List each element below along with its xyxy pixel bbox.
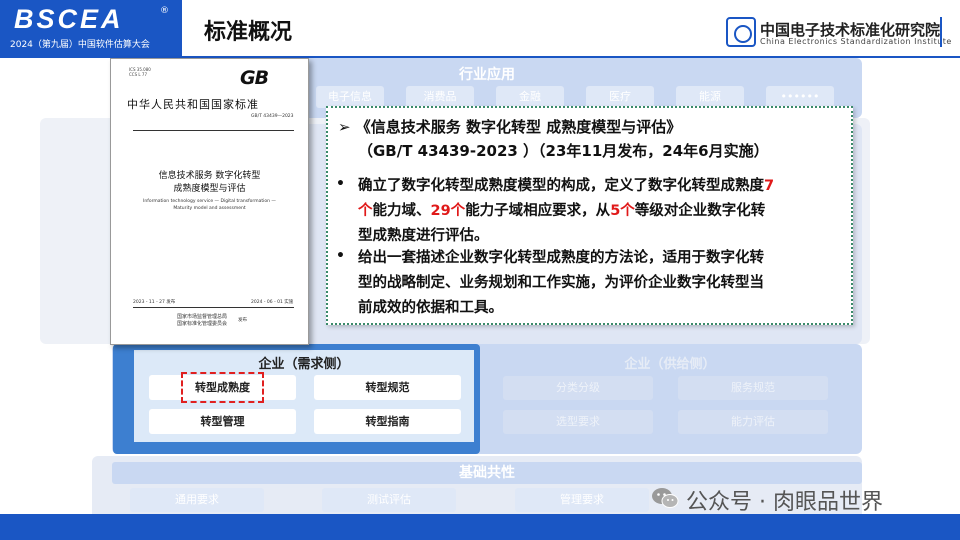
demand-item-management: 转型管理 [149,409,296,434]
highlight-dashed-box [181,372,264,403]
registered-mark: ® [160,6,169,16]
industry-item: 医疗 [586,86,654,108]
supply-item: 选型要求 [503,410,653,434]
industry-item: •••••• [766,86,834,108]
supply-item: 服务规范 [678,376,828,400]
watermark-text: 公众号 · 肉眼品世界 [686,490,883,515]
standard-document-cover: ICS 35.080 CCS L 77 GB 中华人民共和国国家标准 GB/T … [110,58,309,345]
doc-ics-code: ICS 35.080 CCS L 77 [129,67,151,77]
wechat-icon [652,488,679,508]
doc-release-date: 2023 - 11 - 27 发布 [133,300,176,305]
page-title: 标准概况 [204,20,293,45]
supply-item: 能力评估 [678,410,828,434]
info-heading-title: ➢ 《信息技术服务 数字化转型 成熟度模型与评估》 [338,118,682,136]
doc-title-line1: 信息技术服务 数字化转型 [158,171,261,181]
doc-title-en-line1: Information technology service — Digital… [143,199,276,204]
demand-item-guide: 转型指南 [314,409,461,434]
doc-publisher-1: 国家市场监督管理总局 [177,314,228,320]
supply-item: 分类分级 [503,376,653,400]
cesi-logo-icon [726,17,756,47]
industry-item: 能源 [676,86,744,108]
doc-title-en-line2: Maturity model and assessment [173,206,246,211]
bullet1-line2: 个能力域、29个能力子域相应要求，从5个等级对企业数字化转 [358,203,766,219]
logo-block: BSCEA ® 2024（第九届）中国软件估算大会 [0,0,182,56]
bullet1-line3: 型成熟度进行评估。 [358,228,489,244]
supply-side-title: 企业（供给侧） [624,357,716,372]
standard-info-box: ➢ 《信息技术服务 数字化转型 成熟度模型与评估》 （GB/T 43439-20… [326,106,853,325]
doc-publisher-2: 国家标准化管理委员会 [177,321,228,327]
foundation-item: 管理要求 [515,488,649,512]
doc-title-line2: 成熟度模型与评估 [173,184,246,194]
slide: { "header": { "logo": "BSCEA", "logo_mar… [0,0,960,540]
doc-divider [133,130,294,131]
doc-heading: 中华人民共和国国家标准 [127,98,259,111]
info-heading-meta: （GB/T 43439-2023 ）（23年11月发布，24年6月实施） [358,142,769,160]
bullet2-line3: 前成效的依据和工具。 [358,300,503,316]
industry-item: 电子信息 [316,86,384,108]
bullet2-line1: 给出一套描述企业数字化转型成熟度的方法论，适用于数字化转 [358,250,764,266]
org-name-en: China Electronics Standardization Instit… [760,37,952,46]
bullet2-line2: 型的战略制定、业务规划和工作实施，为评价企业数字化转型当 [358,275,764,291]
org-rule [940,17,942,47]
gb-logo: GB [240,67,269,89]
conference-subtitle: 2024（第九届）中国软件估算大会 [10,40,150,50]
foundation-title: 基础共性 [459,465,515,481]
demand-side-title: 企业（需求侧） [258,357,350,372]
bscea-logo: BSCEA [14,4,124,34]
demand-item-spec: 转型规范 [314,375,461,400]
doc-effective-date: 2024 - 06 - 01 实施 [251,300,294,305]
bullet1-line1: 确立了数字化转型成熟度模型的构成，定义了数字化转型成熟度7 [358,178,775,194]
bullet-marker: • [336,176,345,192]
industry-item: 金融 [496,86,564,108]
doc-divider-bottom [133,307,294,308]
doc-publish-suffix: 发布 [238,318,247,323]
doc-number: GB/T 43439—2023 [251,114,294,119]
foundation-item: 通用要求 [130,488,264,512]
footer-bar [0,514,960,540]
foundation-item: 测试评估 [322,488,456,512]
industry-item: 消费品 [406,86,474,108]
bullet-marker: • [336,248,345,264]
